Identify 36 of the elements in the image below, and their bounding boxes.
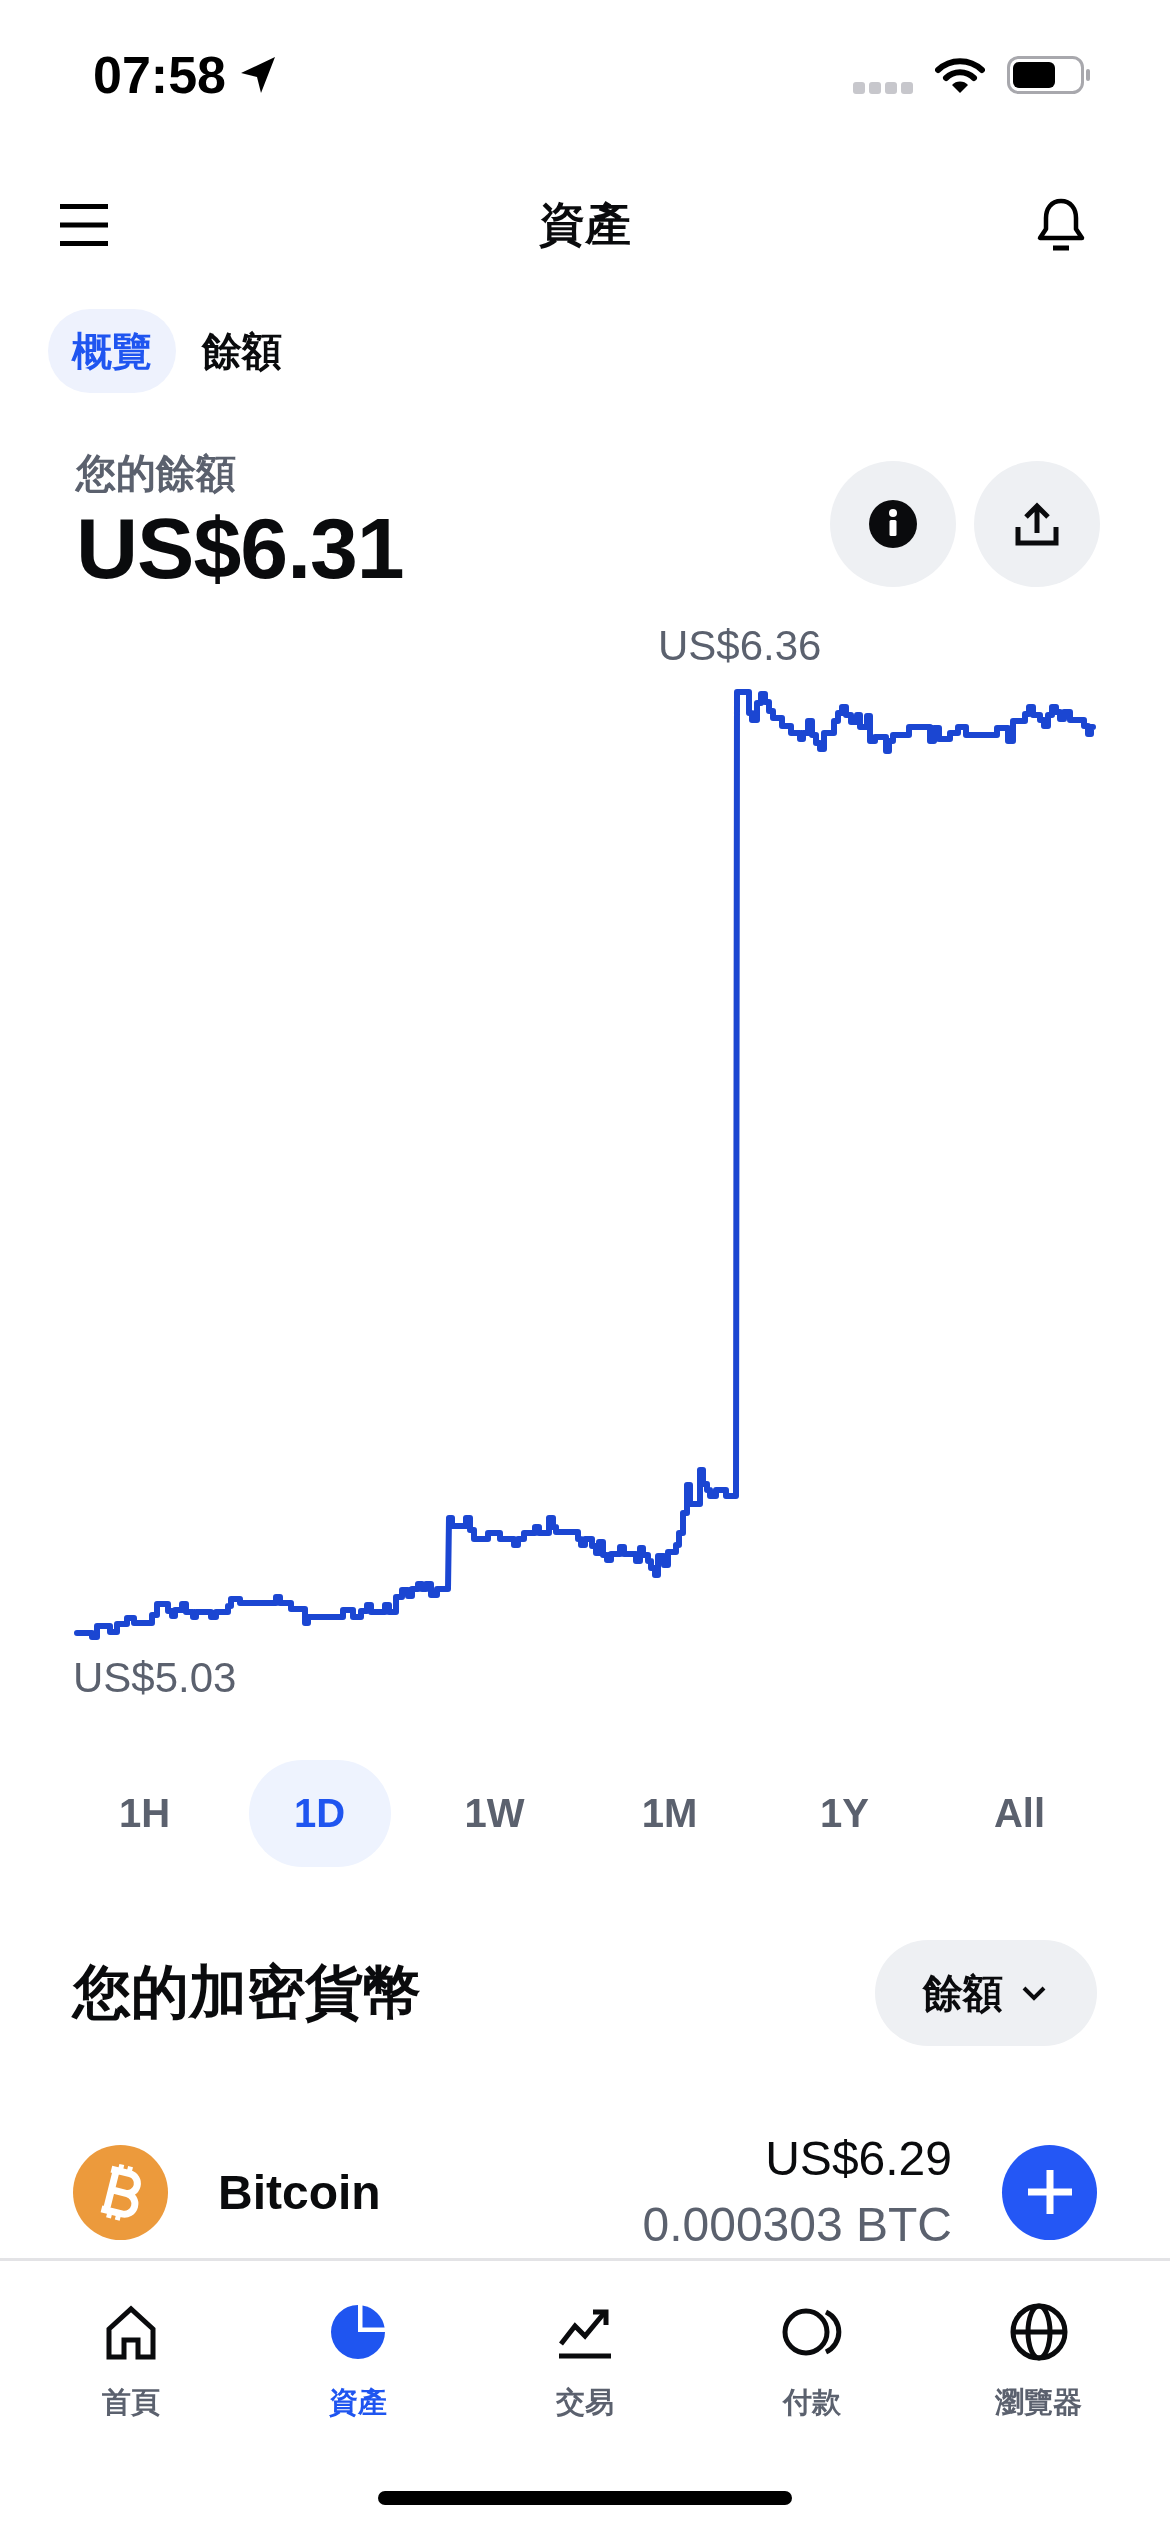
coin-icon [73, 2144, 168, 2240]
nav-tab[interactable]: 付款 [779, 2302, 844, 2420]
view-tab[interactable]: 餘額 [178, 309, 306, 393]
balance-amount: US$6.31 [76, 499, 404, 598]
status-time: 07:58 [93, 45, 226, 105]
nav-tab[interactable]: 資產 [328, 2302, 389, 2420]
section-title: 您的加密貨幣 [73, 1958, 421, 2026]
share-icon [1013, 501, 1061, 547]
page-title: 資產 [539, 197, 631, 252]
signal-icon [853, 81, 913, 95]
menu-icon[interactable] [60, 204, 108, 246]
time-range-tab[interactable]: 1W [423, 1760, 566, 1867]
asset-amount: 0.000303 BTC [642, 2197, 952, 2253]
view-tab[interactable]: 概覽 [48, 309, 176, 393]
battery-icon [1007, 56, 1091, 94]
nav-tab[interactable]: 首頁 [101, 2302, 162, 2420]
balance-label: 您的餘額 [76, 450, 237, 497]
wifi-icon [935, 56, 985, 94]
time-range-tab[interactable]: 1Y [773, 1760, 916, 1867]
chart-high-label: US$6.36 [658, 622, 822, 669]
location-arrow-icon [240, 56, 276, 94]
bell-icon[interactable] [1036, 198, 1086, 252]
nav-tab[interactable]: 交易 [555, 2302, 615, 2420]
time-range-tab[interactable]: 1H [73, 1760, 216, 1867]
asset-value: US$6.29 [764, 2131, 952, 2187]
info-icon [869, 500, 917, 548]
time-range-tab[interactable]: 1M [598, 1760, 741, 1867]
chevron-down-icon [1021, 1985, 1047, 2001]
nav-tab[interactable]: 瀏覽器 [995, 2302, 1083, 2420]
sort-dropdown[interactable]: 餘額 [875, 1940, 1097, 2046]
time-range-tab[interactable]: All [948, 1760, 1091, 1867]
time-range-tab[interactable]: 1D [248, 1760, 391, 1867]
asset-name: Bitcoin [218, 2164, 381, 2220]
chart-low-label: US$5.03 [73, 1654, 237, 1701]
globe-icon [1008, 2302, 1069, 2362]
plus-icon [1027, 2170, 1072, 2214]
